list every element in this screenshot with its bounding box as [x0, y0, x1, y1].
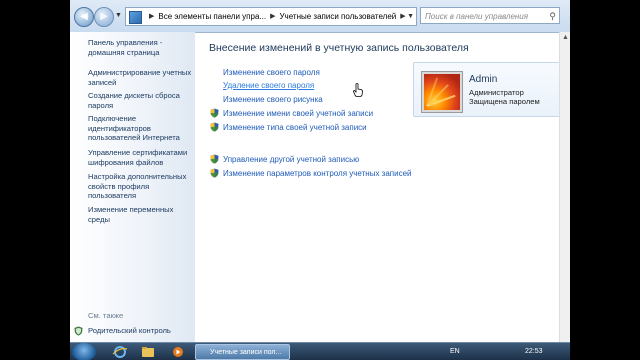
uac-shield-icon [210, 108, 219, 118]
back-button[interactable]: ◀ [74, 7, 94, 27]
vertical-scrollbar[interactable]: ▲ [559, 32, 570, 342]
uac-shield-icon [210, 154, 219, 164]
sidebar: Панель управления - домашняя страница Ад… [70, 32, 195, 342]
parental-control-icon [74, 326, 83, 336]
user-account-card: Admin Администратор Защищена паролем [413, 62, 565, 117]
sidebar-item-profile[interactable]: Настройка дополнительных свойств профиля… [88, 172, 192, 201]
remove-password-link[interactable]: Удаление своего пароля [223, 81, 314, 90]
explorer-folder-icon[interactable] [138, 345, 158, 359]
address-dropdown-icon[interactable]: ▼ [407, 8, 414, 25]
taskbar-task-label: Учетные записи пол... [210, 349, 282, 356]
sidebar-item-env-vars[interactable]: Изменение переменных среды [88, 205, 192, 224]
start-button[interactable] [72, 343, 96, 360]
sidebar-item-reset-disk[interactable]: Создание дискеты сброса пароля [88, 91, 192, 110]
breadcrumb-separator-icon[interactable]: ▶ [149, 8, 154, 25]
breadcrumb-separator-icon[interactable]: ▶ [270, 8, 275, 25]
forward-button[interactable]: ▶ [94, 7, 114, 27]
hand-cursor-icon [353, 83, 363, 97]
recent-pages-dropdown-icon[interactable]: ▼ [115, 12, 122, 19]
search-input[interactable]: Поиск в панели управления ⚲ [420, 7, 560, 24]
breadcrumb-separator-icon[interactable]: ▶ [400, 8, 405, 25]
change-picture-link[interactable]: Изменение своего рисунка [223, 95, 323, 104]
sidebar-item-certificates[interactable]: Управление сертификатами шифрования файл… [88, 148, 192, 167]
sidebar-item-online-ids[interactable]: Подключение идентификаторов пользователе… [88, 114, 192, 143]
user-password-status: Защищена паролем [469, 97, 540, 106]
user-picture[interactable] [422, 72, 462, 112]
sidebar-item-manage-accounts[interactable]: Администрирование учетных записей [88, 68, 192, 87]
parental-control-link[interactable]: Родительский контроль [88, 326, 171, 335]
control-panel-window: ◀ ▶ ▼ ▶ Все элементы панели упра... ▶ Учетн… [70, 0, 570, 360]
breadcrumb[interactable]: ▶ Все элементы панели упра... ▶ Учетные зап… [125, 7, 417, 26]
breadcrumb-user-accounts[interactable]: Учетные записи пользователей [279, 8, 396, 25]
scroll-up-icon[interactable]: ▲ [560, 32, 570, 43]
change-password-link[interactable]: Изменение своего пароля [223, 68, 320, 77]
address-bar: ◀ ▶ ▼ ▶ Все элементы панели упра... ▶ Учетн… [70, 0, 570, 33]
taskbar: Учетные записи пол... EN 22:53 [70, 342, 570, 360]
internet-explorer-icon[interactable] [110, 345, 130, 359]
search-placeholder: Поиск в панели управления [425, 12, 529, 21]
see-also-heading: См. также [88, 311, 124, 320]
manage-other-account-link[interactable]: Управление другой учетной записью [223, 155, 359, 164]
taskbar-task-user-accounts[interactable]: Учетные записи пол... [195, 344, 290, 360]
language-indicator[interactable]: EN [450, 348, 460, 355]
uac-shield-icon [210, 122, 219, 132]
change-account-type-link[interactable]: Изменение типа своей учетной записи [223, 123, 367, 132]
sidebar-home-link[interactable]: Панель управления - домашняя страница [88, 38, 192, 57]
page-title: Внесение изменений в учетную запись поль… [209, 42, 469, 54]
uac-shield-icon [210, 168, 219, 178]
search-icon[interactable]: ⚲ [549, 8, 556, 25]
change-account-name-link[interactable]: Изменение имени своей учетной записи [223, 109, 373, 118]
user-name: Admin [469, 74, 498, 85]
media-player-icon[interactable] [168, 345, 188, 359]
breadcrumb-all-items[interactable]: Все элементы панели упра... [158, 8, 266, 25]
clock[interactable]: 22:53 [525, 348, 543, 355]
control-panel-icon [129, 11, 142, 24]
user-role: Администратор [469, 88, 524, 97]
uac-settings-link[interactable]: Изменение параметров контроля учетных за… [223, 169, 412, 178]
